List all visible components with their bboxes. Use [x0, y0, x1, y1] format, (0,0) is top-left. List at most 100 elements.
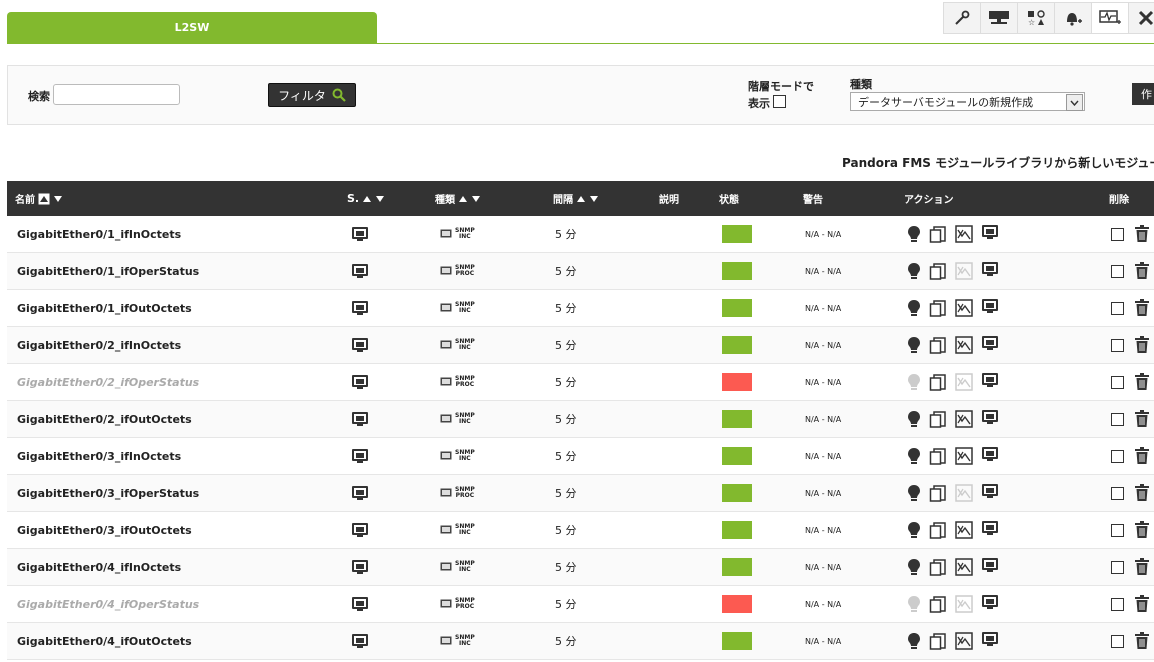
delete-checkbox[interactable]	[1111, 634, 1124, 648]
edit-monitor-icon[interactable]	[981, 520, 999, 540]
tab-l2sw[interactable]: L2SW	[7, 12, 377, 43]
copy-icon[interactable]	[929, 521, 947, 539]
delete-checkbox[interactable]	[1111, 560, 1124, 574]
header-s[interactable]: S.	[347, 181, 385, 216]
bulb-icon[interactable]	[907, 447, 921, 465]
delete-checkbox[interactable]	[1111, 597, 1124, 611]
module-name[interactable]: GigabitEther0/3_ifOutOctets	[17, 512, 192, 548]
delete-checkbox[interactable]	[1111, 301, 1124, 315]
bulb-icon[interactable]	[907, 225, 921, 243]
sort-up-icon[interactable]	[362, 195, 372, 203]
monitor-network-icon[interactable]	[980, 2, 1018, 34]
copy-icon[interactable]	[929, 595, 947, 613]
bell-plus-icon[interactable]	[1054, 2, 1092, 34]
monitor-pulse-icon[interactable]	[1091, 2, 1129, 34]
bulb-icon[interactable]	[907, 299, 921, 317]
module-name[interactable]: GigabitEther0/4_ifOutOctets	[17, 623, 192, 659]
module-name[interactable]: GigabitEther0/4_ifInOctets	[17, 549, 181, 585]
delete-checkbox[interactable]	[1111, 338, 1124, 352]
copy-icon[interactable]	[929, 262, 947, 280]
bulb-icon[interactable]	[907, 521, 921, 539]
graph-icon[interactable]	[955, 558, 973, 576]
edit-monitor-icon[interactable]	[981, 557, 999, 577]
copy-icon[interactable]	[929, 336, 947, 354]
sort-down-icon[interactable]	[375, 195, 385, 203]
edit-monitor-icon[interactable]	[981, 372, 999, 392]
module-name[interactable]: GigabitEther0/1_ifOperStatus	[17, 253, 199, 289]
sort-up-icon[interactable]	[458, 195, 468, 203]
trash-icon[interactable]	[1134, 373, 1150, 391]
tools-icon[interactable]	[1128, 2, 1154, 34]
copy-icon[interactable]	[929, 410, 947, 428]
hierarchy-checkbox[interactable]	[773, 95, 786, 108]
graph-icon[interactable]	[955, 373, 973, 391]
trash-icon[interactable]	[1134, 299, 1150, 317]
trash-icon[interactable]	[1134, 558, 1150, 576]
trash-icon[interactable]	[1134, 410, 1150, 428]
shapes-icon[interactable]: ☆	[1017, 2, 1055, 34]
module-name[interactable]: GigabitEther0/3_ifOperStatus	[17, 475, 199, 511]
module-name[interactable]: GigabitEther0/3_ifInOctets	[17, 438, 181, 474]
edit-monitor-icon[interactable]	[981, 261, 999, 281]
graph-icon[interactable]	[955, 410, 973, 428]
copy-icon[interactable]	[929, 632, 947, 650]
edit-monitor-icon[interactable]	[981, 335, 999, 355]
copy-icon[interactable]	[929, 225, 947, 243]
edit-monitor-icon[interactable]	[981, 631, 999, 651]
graph-icon[interactable]	[955, 447, 973, 465]
delete-checkbox[interactable]	[1111, 523, 1124, 537]
copy-icon[interactable]	[929, 373, 947, 391]
copy-icon[interactable]	[929, 299, 947, 317]
bulb-icon[interactable]	[907, 336, 921, 354]
module-name[interactable]: GigabitEther0/1_ifOutOctets	[17, 290, 192, 326]
copy-icon[interactable]	[929, 558, 947, 576]
graph-icon[interactable]	[955, 632, 973, 650]
trash-icon[interactable]	[1134, 336, 1150, 354]
sort-down-icon[interactable]	[589, 195, 599, 203]
bulb-icon[interactable]	[907, 410, 921, 428]
edit-monitor-icon[interactable]	[981, 409, 999, 429]
delete-checkbox[interactable]	[1111, 375, 1124, 389]
trash-icon[interactable]	[1134, 595, 1150, 613]
sort-up-active-icon[interactable]	[38, 193, 50, 205]
graph-icon[interactable]	[955, 595, 973, 613]
trash-icon[interactable]	[1134, 447, 1150, 465]
delete-checkbox[interactable]	[1111, 264, 1124, 278]
header-type[interactable]: 種類	[435, 181, 481, 216]
graph-icon[interactable]	[955, 521, 973, 539]
trash-icon[interactable]	[1134, 521, 1150, 539]
sort-down-icon[interactable]	[471, 195, 481, 203]
sort-down-icon[interactable]	[53, 195, 63, 203]
bulb-icon[interactable]	[907, 558, 921, 576]
module-name[interactable]: GigabitEther0/2_ifOutOctets	[17, 401, 192, 437]
graph-icon[interactable]	[955, 262, 973, 280]
graph-icon[interactable]	[955, 484, 973, 502]
module-library-link[interactable]: Pandora FMS モジュールライブラリから新しいモジュールを	[842, 154, 1154, 171]
module-name[interactable]: GigabitEther0/1_ifInOctets	[17, 216, 181, 252]
wrench-icon[interactable]	[943, 2, 981, 34]
edit-monitor-icon[interactable]	[981, 594, 999, 614]
copy-icon[interactable]	[929, 484, 947, 502]
bulb-icon[interactable]	[907, 484, 921, 502]
search-input[interactable]	[53, 84, 180, 105]
graph-icon[interactable]	[955, 299, 973, 317]
trash-icon[interactable]	[1134, 225, 1150, 243]
copy-icon[interactable]	[929, 447, 947, 465]
type-select[interactable]: データサーバモジュールの新規作成	[850, 92, 1085, 111]
module-name[interactable]: GigabitEther0/4_ifOperStatus	[17, 586, 199, 622]
trash-icon[interactable]	[1134, 632, 1150, 650]
bulb-icon[interactable]	[907, 632, 921, 650]
bulb-icon[interactable]	[907, 373, 921, 391]
module-name[interactable]: GigabitEther0/2_ifInOctets	[17, 327, 181, 363]
bulb-icon[interactable]	[907, 595, 921, 613]
header-name[interactable]: 名前	[15, 181, 63, 216]
trash-icon[interactable]	[1134, 484, 1150, 502]
header-interval[interactable]: 間隔	[553, 181, 599, 216]
delete-checkbox[interactable]	[1111, 412, 1124, 426]
create-button[interactable]: 作	[1132, 83, 1154, 105]
graph-icon[interactable]	[955, 336, 973, 354]
edit-monitor-icon[interactable]	[981, 446, 999, 466]
delete-checkbox[interactable]	[1111, 486, 1124, 500]
sort-up-icon[interactable]	[576, 195, 586, 203]
edit-monitor-icon[interactable]	[981, 483, 999, 503]
